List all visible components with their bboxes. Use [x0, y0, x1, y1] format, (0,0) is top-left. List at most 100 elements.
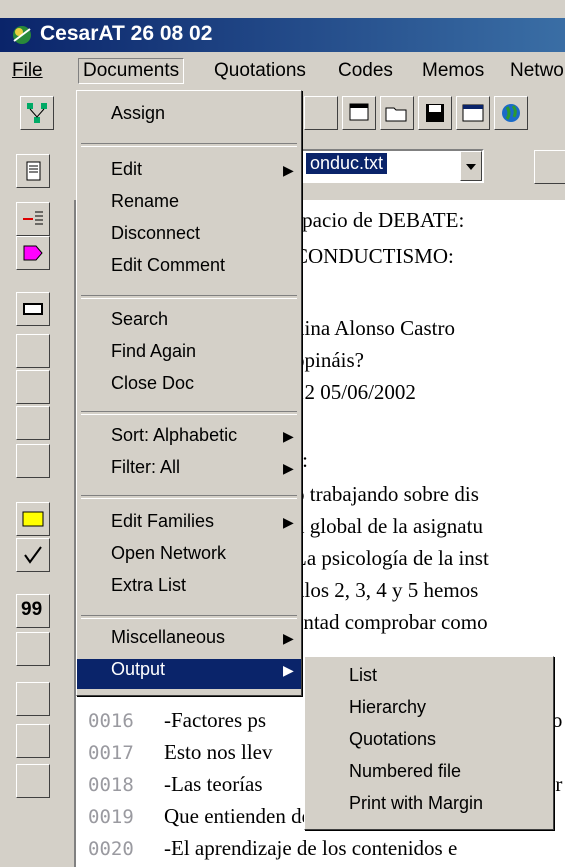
check-tool-button[interactable]	[16, 538, 50, 572]
menu-item-output[interactable]: Output ▶	[77, 659, 301, 689]
network-icon	[27, 103, 47, 123]
red-link-button[interactable]	[16, 682, 50, 716]
doc-line: opináis?	[294, 348, 364, 372]
text-view-icon	[26, 161, 41, 181]
menu-codes[interactable]: Codes	[338, 60, 393, 82]
list-tool-button[interactable]	[16, 370, 50, 404]
submenu-arrow-icon: ▶	[283, 428, 294, 444]
line-number: 0020	[88, 838, 134, 860]
menu-item-edit-families[interactable]: Edit Families ▶	[77, 511, 301, 541]
submenu-arrow-icon: ▶	[283, 162, 294, 178]
rectangle-icon	[23, 303, 43, 315]
numbered-list-button[interactable]	[16, 632, 50, 666]
menu-item-miscellaneous[interactable]: Miscellaneous ▶	[77, 627, 301, 657]
menu-bar: File Documents Quotations Codes Memos Ne…	[0, 56, 565, 88]
code-tag-button[interactable]	[16, 236, 50, 270]
menu-separator	[81, 411, 297, 415]
submenu-arrow-icon: ▶	[283, 662, 294, 678]
doc-line: o trabajando sobre dis	[294, 482, 479, 506]
menu-separator	[81, 295, 297, 299]
line-number: 0019	[88, 806, 134, 828]
link-tool-button[interactable]	[16, 444, 50, 478]
menu-documents[interactable]: Documents	[78, 58, 185, 84]
quote-count-button[interactable]: 99	[16, 594, 50, 628]
network-tool-button[interactable]	[20, 96, 54, 130]
globe-icon	[502, 104, 520, 122]
menu-item-filter[interactable]: Filter: All ▶	[77, 457, 301, 487]
submenu-item-list[interactable]: List	[305, 665, 553, 695]
yellow-memo-icon	[22, 511, 44, 527]
web-button[interactable]	[494, 96, 528, 130]
menu-memos[interactable]: Memos	[422, 60, 484, 82]
menu-item-edit[interactable]: Edit ▶	[77, 159, 301, 189]
line-number: 0018	[88, 774, 134, 796]
menu-item-sort[interactable]: Sort: Alphabetic ▶	[77, 425, 301, 455]
doc-line: -El aprendizaje de los contenidos e	[164, 836, 458, 860]
doc-line: n global de la asignatu	[294, 514, 483, 538]
menu-item-edit-comment[interactable]: Edit Comment	[77, 255, 301, 285]
doc-line: CONDUCTISMO:	[294, 244, 454, 268]
menu-file[interactable]: File	[12, 60, 43, 82]
rectangle-tool-button[interactable]	[16, 292, 50, 326]
frame-tool-button[interactable]	[16, 764, 50, 798]
submenu-arrow-icon: ▶	[283, 630, 294, 646]
quote-arrow-icon	[23, 211, 43, 225]
line-number: 0017	[88, 742, 134, 764]
menu-item-find-again[interactable]: Find Again	[77, 341, 301, 371]
window-title: CesarAT 26 08 02	[40, 22, 213, 45]
memo-tool-button[interactable]	[16, 502, 50, 536]
window-list-button[interactable]	[342, 96, 376, 130]
checkmark-icon	[24, 546, 42, 564]
menu-quotations[interactable]: Quotations	[214, 60, 306, 82]
window-top-edge	[0, 0, 565, 18]
red-link-2-button[interactable]	[16, 724, 50, 758]
menu-separator	[81, 143, 297, 147]
doc-line: spacio de DEBATE:	[294, 208, 465, 232]
menu-item-close-doc[interactable]: Close Doc	[77, 373, 301, 403]
text-view-button[interactable]	[16, 154, 50, 188]
submenu-arrow-icon: ▶	[283, 460, 294, 476]
submenu-arrow-icon: ▶	[283, 514, 294, 530]
doc-line: -Factores ps	[164, 708, 267, 732]
menu-separator	[81, 615, 297, 619]
menu-item-extra-list[interactable]: Extra List	[77, 575, 301, 605]
save-button[interactable]	[418, 96, 452, 130]
edit-tool-button[interactable]	[304, 96, 338, 130]
line-number: 0016	[88, 710, 134, 732]
doc-line: Esto nos llev	[164, 740, 273, 764]
doc-line: La psicología de la inst	[294, 546, 489, 570]
window-button[interactable]	[456, 96, 490, 130]
menu-item-assign[interactable]: Assign	[77, 103, 301, 133]
menu-networks[interactable]: Netwo	[510, 60, 564, 82]
doc-line: -Las teorías	[164, 772, 263, 796]
doc-line: 12 05/06/2002	[294, 380, 416, 404]
atlas-app-icon	[13, 26, 31, 44]
title-bar[interactable]: CesarAT 26 08 02	[0, 18, 565, 52]
submenu-item-hierarchy[interactable]: Hierarchy	[305, 697, 553, 727]
submenu-item-quotations[interactable]: Quotations	[305, 729, 553, 759]
atlas-window: CesarAT 26 08 02 File Documents Quotatio…	[0, 0, 565, 867]
edit-code-button[interactable]	[16, 334, 50, 368]
doc-line: entad comprobar como	[294, 610, 488, 634]
left-toolbar: 99	[0, 138, 70, 867]
document-info-button[interactable]	[534, 150, 565, 184]
doc-line: ulos 2, 3, 4 y 5 hemos	[294, 578, 479, 602]
doc-line: uina Alonso Castro	[294, 316, 455, 340]
output-submenu: List Hierarchy Quotations Numbered file …	[304, 656, 554, 830]
submenu-item-print-with-margin[interactable]: Print with Margin	[305, 793, 553, 823]
hierarchy-tool-button[interactable]	[16, 406, 50, 440]
list-window-icon	[349, 103, 369, 121]
menu-item-disconnect[interactable]: Disconnect	[77, 223, 301, 253]
tag-icon	[23, 245, 43, 261]
chevron-down-icon	[466, 164, 476, 170]
quote-count: 99	[21, 599, 43, 620]
create-quotation-button[interactable]	[16, 202, 50, 236]
document-selector-value: onduc.txt	[306, 153, 388, 174]
submenu-item-numbered-file[interactable]: Numbered file	[305, 761, 553, 791]
document-selector-dropdown[interactable]	[460, 151, 482, 181]
menu-item-open-network[interactable]: Open Network	[77, 543, 301, 573]
menu-item-rename[interactable]: Rename	[77, 191, 301, 221]
menu-item-search[interactable]: Search	[77, 309, 301, 339]
open-button[interactable]	[380, 96, 414, 130]
open-folder-icon	[385, 107, 407, 122]
